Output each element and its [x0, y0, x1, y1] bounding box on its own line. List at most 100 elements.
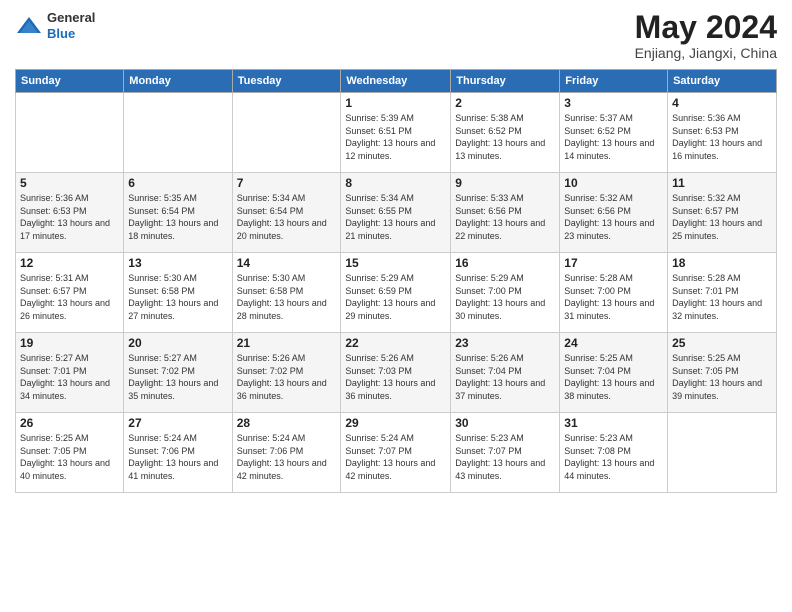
- day-number: 29: [345, 416, 446, 430]
- day-info: Sunrise: 5:29 AM Sunset: 7:00 PM Dayligh…: [455, 272, 555, 322]
- cell-1-4: 9 Sunrise: 5:33 AM Sunset: 6:56 PM Daylig…: [451, 173, 560, 253]
- day-number: 19: [20, 336, 119, 350]
- cell-2-4: 16Sunrise: 5:29 AM Sunset: 7:00 PM Dayli…: [451, 253, 560, 333]
- cell-3-4: 23 Sunrise: 5:26 AM Sunset: 7:04 PM Dayli…: [451, 333, 560, 413]
- week-row-2: 12Sunrise: 5:31 AM Sunset: 6:57 PM Dayli…: [16, 253, 777, 333]
- day-info: Sunrise: 5:32 AM Sunset: 6:56 PM Dayligh…: [564, 192, 663, 242]
- cell-1-0: 5 Sunrise: 5:36 AM Sunset: 6:53 PM Daylig…: [16, 173, 124, 253]
- day-info: Sunrise: 5:30 AM Sunset: 6:58 PM Dayligh…: [237, 272, 337, 322]
- day-number: 25: [672, 336, 772, 350]
- cell-3-3: 22Sunrise: 5:26 AM Sunset: 7:03 PM Dayli…: [341, 333, 451, 413]
- day-number: 2: [455, 96, 555, 110]
- day-number: 22: [345, 336, 446, 350]
- day-number: 10: [564, 176, 663, 190]
- cell-0-1: [124, 93, 232, 173]
- col-sunday: Sunday: [16, 70, 124, 93]
- cell-0-0: [16, 93, 124, 173]
- day-number: 5: [20, 176, 119, 190]
- day-info: Sunrise: 5:24 AM Sunset: 7:06 PM Dayligh…: [237, 432, 337, 482]
- day-info: Sunrise: 5:27 AM Sunset: 7:01 PM Dayligh…: [20, 352, 119, 402]
- day-number: 14: [237, 256, 337, 270]
- day-info: Sunrise: 5:26 AM Sunset: 7:04 PM Dayligh…: [455, 352, 555, 402]
- calendar-page: General Blue May 2024 Enjiang, Jiangxi, …: [0, 0, 792, 612]
- cell-3-2: 21 Sunrise: 5:26 AM Sunset: 7:02 PM Dayli…: [232, 333, 341, 413]
- day-info: Sunrise: 5:25 AM Sunset: 7:05 PM Dayligh…: [672, 352, 772, 402]
- day-info: Sunrise: 5:28 AM Sunset: 7:00 PM Dayligh…: [564, 272, 663, 322]
- cell-1-2: 7 Sunrise: 5:34 AM Sunset: 6:54 PM Daylig…: [232, 173, 341, 253]
- cell-1-5: 10 Sunrise: 5:32 AM Sunset: 6:56 PM Dayli…: [560, 173, 668, 253]
- day-number: 7: [237, 176, 337, 190]
- day-number: 6: [128, 176, 227, 190]
- day-info: Sunrise: 5:33 AM Sunset: 6:56 PM Dayligh…: [455, 192, 555, 242]
- day-info: Sunrise: 5:24 AM Sunset: 7:06 PM Dayligh…: [128, 432, 227, 482]
- day-info: Sunrise: 5:36 AM Sunset: 6:53 PM Dayligh…: [20, 192, 119, 242]
- day-info: Sunrise: 5:29 AM Sunset: 6:59 PM Dayligh…: [345, 272, 446, 322]
- logo-general: General: [47, 10, 95, 25]
- day-number: 21: [237, 336, 337, 350]
- day-number: 8: [345, 176, 446, 190]
- logo-text: General Blue: [47, 10, 95, 41]
- logo-blue: Blue: [47, 26, 75, 41]
- day-number: 26: [20, 416, 119, 430]
- day-number: 9: [455, 176, 555, 190]
- week-row-0: 1 Sunrise: 5:39 AM Sunset: 6:51 PM Daylig…: [16, 93, 777, 173]
- cell-2-3: 15 Sunrise: 5:29 AM Sunset: 6:59 PM Dayli…: [341, 253, 451, 333]
- cell-3-0: 19 Sunrise: 5:27 AM Sunset: 7:01 PM Dayli…: [16, 333, 124, 413]
- header-row: Sunday Monday Tuesday Wednesday Thursday…: [16, 70, 777, 93]
- day-number: 27: [128, 416, 227, 430]
- day-number: 18: [672, 256, 772, 270]
- col-friday: Friday: [560, 70, 668, 93]
- day-number: 20: [128, 336, 227, 350]
- day-info: Sunrise: 5:24 AM Sunset: 7:07 PM Dayligh…: [345, 432, 446, 482]
- cell-2-2: 14 Sunrise: 5:30 AM Sunset: 6:58 PM Dayli…: [232, 253, 341, 333]
- cell-4-5: 31Sunrise: 5:23 AM Sunset: 7:08 PM Dayli…: [560, 413, 668, 493]
- day-number: 28: [237, 416, 337, 430]
- day-number: 3: [564, 96, 663, 110]
- title-block: May 2024 Enjiang, Jiangxi, China: [635, 10, 777, 61]
- cell-3-5: 24Sunrise: 5:25 AM Sunset: 7:04 PM Dayli…: [560, 333, 668, 413]
- day-number: 24: [564, 336, 663, 350]
- cell-0-5: 3 Sunrise: 5:37 AM Sunset: 6:52 PM Daylig…: [560, 93, 668, 173]
- week-row-4: 26 Sunrise: 5:25 AM Sunset: 7:05 PM Dayli…: [16, 413, 777, 493]
- col-thursday: Thursday: [451, 70, 560, 93]
- day-info: Sunrise: 5:25 AM Sunset: 7:05 PM Dayligh…: [20, 432, 119, 482]
- cell-1-6: 11Sunrise: 5:32 AM Sunset: 6:57 PM Dayli…: [668, 173, 777, 253]
- logo: General Blue: [15, 10, 95, 41]
- day-info: Sunrise: 5:34 AM Sunset: 6:55 PM Dayligh…: [345, 192, 446, 242]
- location: Enjiang, Jiangxi, China: [635, 45, 777, 61]
- cell-0-3: 1 Sunrise: 5:39 AM Sunset: 6:51 PM Daylig…: [341, 93, 451, 173]
- cell-2-5: 17Sunrise: 5:28 AM Sunset: 7:00 PM Dayli…: [560, 253, 668, 333]
- day-number: 12: [20, 256, 119, 270]
- day-info: Sunrise: 5:35 AM Sunset: 6:54 PM Dayligh…: [128, 192, 227, 242]
- calendar-table: Sunday Monday Tuesday Wednesday Thursday…: [15, 69, 777, 493]
- day-info: Sunrise: 5:37 AM Sunset: 6:52 PM Dayligh…: [564, 112, 663, 162]
- cell-2-0: 12Sunrise: 5:31 AM Sunset: 6:57 PM Dayli…: [16, 253, 124, 333]
- day-info: Sunrise: 5:23 AM Sunset: 7:08 PM Dayligh…: [564, 432, 663, 482]
- cell-1-1: 6 Sunrise: 5:35 AM Sunset: 6:54 PM Daylig…: [124, 173, 232, 253]
- day-info: Sunrise: 5:26 AM Sunset: 7:02 PM Dayligh…: [237, 352, 337, 402]
- day-number: 13: [128, 256, 227, 270]
- day-info: Sunrise: 5:27 AM Sunset: 7:02 PM Dayligh…: [128, 352, 227, 402]
- day-info: Sunrise: 5:39 AM Sunset: 6:51 PM Dayligh…: [345, 112, 446, 162]
- day-number: 15: [345, 256, 446, 270]
- cell-2-6: 18 Sunrise: 5:28 AM Sunset: 7:01 PM Dayli…: [668, 253, 777, 333]
- cell-4-4: 30 Sunrise: 5:23 AM Sunset: 7:07 PM Dayli…: [451, 413, 560, 493]
- cell-1-3: 8 Sunrise: 5:34 AM Sunset: 6:55 PM Daylig…: [341, 173, 451, 253]
- day-info: Sunrise: 5:28 AM Sunset: 7:01 PM Dayligh…: [672, 272, 772, 322]
- day-number: 1: [345, 96, 446, 110]
- day-number: 23: [455, 336, 555, 350]
- month-title: May 2024: [635, 10, 777, 45]
- week-row-3: 19 Sunrise: 5:27 AM Sunset: 7:01 PM Dayli…: [16, 333, 777, 413]
- col-saturday: Saturday: [668, 70, 777, 93]
- day-number: 30: [455, 416, 555, 430]
- week-row-1: 5 Sunrise: 5:36 AM Sunset: 6:53 PM Daylig…: [16, 173, 777, 253]
- day-info: Sunrise: 5:30 AM Sunset: 6:58 PM Dayligh…: [128, 272, 227, 322]
- cell-4-3: 29 Sunrise: 5:24 AM Sunset: 7:07 PM Dayli…: [341, 413, 451, 493]
- header: General Blue May 2024 Enjiang, Jiangxi, …: [15, 10, 777, 61]
- cell-4-1: 27 Sunrise: 5:24 AM Sunset: 7:06 PM Dayli…: [124, 413, 232, 493]
- day-info: Sunrise: 5:34 AM Sunset: 6:54 PM Dayligh…: [237, 192, 337, 242]
- day-info: Sunrise: 5:23 AM Sunset: 7:07 PM Dayligh…: [455, 432, 555, 482]
- cell-0-4: 2Sunrise: 5:38 AM Sunset: 6:52 PM Daylig…: [451, 93, 560, 173]
- cell-0-6: 4Sunrise: 5:36 AM Sunset: 6:53 PM Daylig…: [668, 93, 777, 173]
- cell-2-1: 13 Sunrise: 5:30 AM Sunset: 6:58 PM Dayli…: [124, 253, 232, 333]
